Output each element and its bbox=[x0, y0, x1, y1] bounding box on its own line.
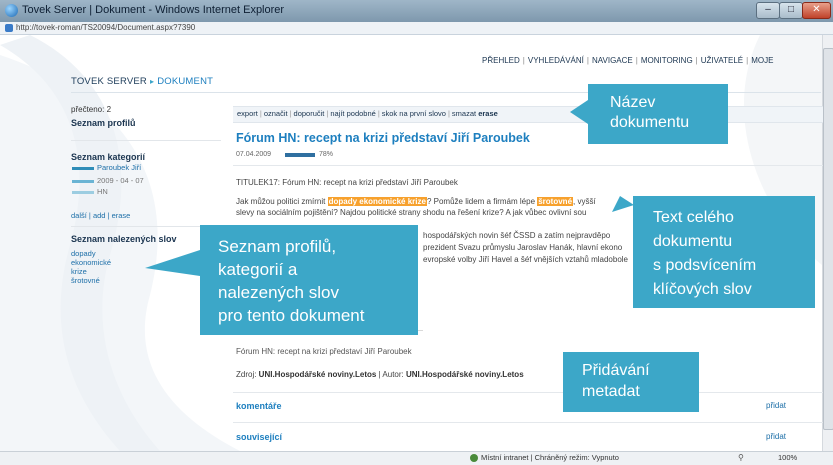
status-bar bbox=[0, 451, 833, 465]
intranet-zone-icon bbox=[470, 454, 478, 462]
callout-lists: Seznam profilů, kategorií a nalezených s… bbox=[200, 225, 418, 335]
magnifier-icon[interactable]: ⚲ bbox=[738, 453, 744, 462]
zoom-level[interactable]: 100% bbox=[778, 453, 797, 462]
callout-title: Název dokumentu bbox=[588, 84, 728, 144]
status-zone: Místní intranet | Chráněný režim: Vypnut… bbox=[481, 453, 619, 462]
callout-metadata: Přidávání metadat bbox=[563, 352, 699, 412]
callout-fulltext: Text celého dokumentu s podsvícením klíč… bbox=[633, 196, 815, 308]
